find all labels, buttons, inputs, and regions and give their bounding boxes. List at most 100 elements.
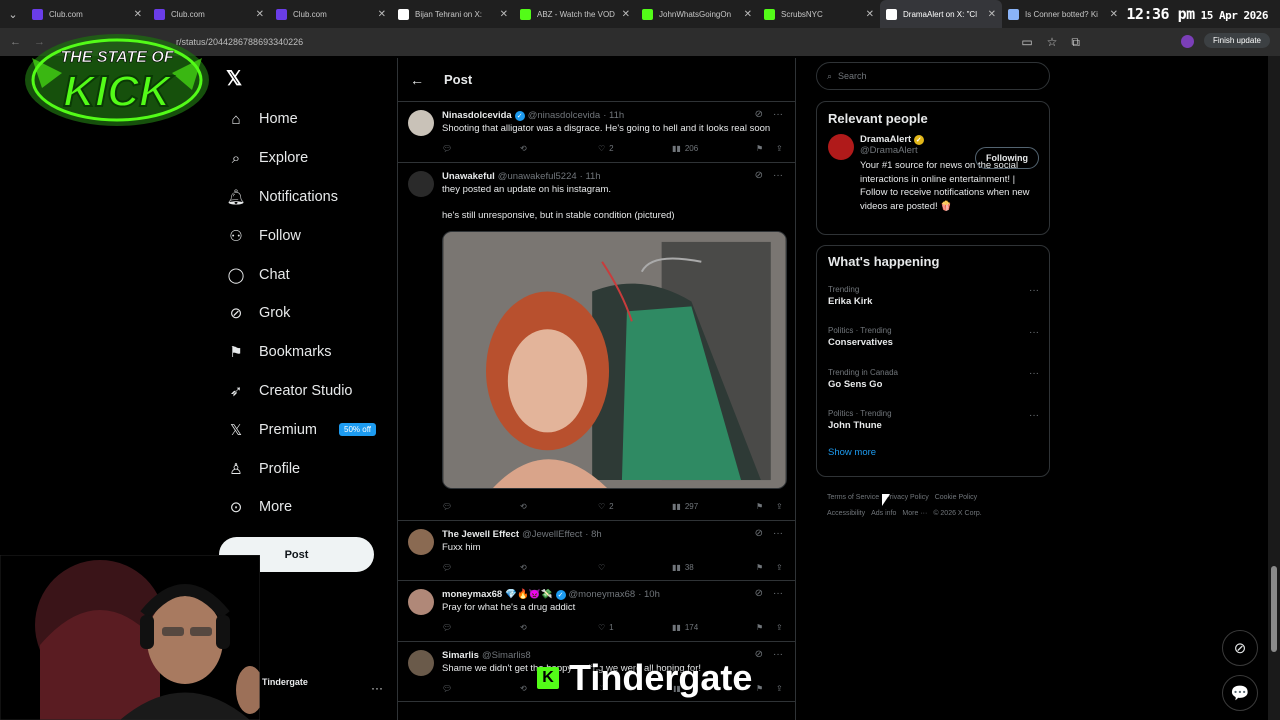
more-options-icon[interactable]: ··· <box>1029 285 1039 296</box>
grok-fab-icon[interactable]: ⊘ <box>1222 630 1258 666</box>
repost-icon[interactable]: ⟲ <box>520 623 598 632</box>
author-handle[interactable]: @unawakeful5224 <box>498 171 577 182</box>
author-name[interactable]: Ninasdolcevida <box>442 110 512 121</box>
account-more-icon[interactable]: ··· <box>371 681 383 695</box>
trend-item[interactable]: Politics · Trending John Thune ··· <box>817 400 1049 442</box>
following-button[interactable]: Following <box>975 147 1039 169</box>
x-logo-icon[interactable]: 𝕏 <box>226 66 242 91</box>
author-handle[interactable]: @JewellEffect <box>522 529 582 540</box>
views-icon[interactable]: ▮▮ 297 <box>672 502 756 511</box>
more-options-icon[interactable]: ··· <box>773 109 783 120</box>
more-options-icon[interactable]: ··· <box>773 170 783 181</box>
footer-link[interactable]: Privacy Policy <box>885 494 929 501</box>
more-options-icon[interactable]: ··· <box>1029 368 1039 379</box>
like-icon[interactable]: ♡ 1 <box>598 623 672 632</box>
share-icon[interactable]: ⇪ <box>776 623 783 632</box>
share-icon[interactable]: ⇪ <box>776 563 783 572</box>
browser-tab[interactable]: Bijan Tehrani on X: ✕ <box>392 0 514 28</box>
share-icon[interactable]: ⇪ <box>776 502 783 511</box>
browser-tab[interactable]: Club.com ✕ <box>148 0 270 28</box>
browser-tab[interactable]: Club.com ✕ <box>270 0 392 28</box>
close-icon[interactable]: ✕ <box>500 9 508 20</box>
grok-icon[interactable]: ⊘ <box>755 170 763 181</box>
like-icon[interactable]: ♡ 2 <box>598 502 672 511</box>
trend-item[interactable]: Trending Erika Kirk ··· <box>817 275 1049 317</box>
author-handle[interactable]: @moneymax68 <box>569 589 636 600</box>
close-icon[interactable]: ✕ <box>622 9 630 20</box>
finish-update-button[interactable]: Finish update <box>1203 33 1270 48</box>
person-name[interactable]: DramaAlert ✓ <box>860 134 1038 145</box>
reply-media-image[interactable] <box>442 230 787 489</box>
nav-item-profile[interactable]: ♙ Profile <box>219 449 389 488</box>
author-handle[interactable]: @Simarlis8 <box>482 650 531 661</box>
cast-icon[interactable]: ▭ <box>1021 35 1032 50</box>
bookmark-icon[interactable]: ⚑ <box>756 623 776 632</box>
nav-item-more[interactable]: ⊙ More <box>219 488 389 527</box>
reply-post[interactable]: The Jewell Effect @JewellEffect · 8h Fuxx h… <box>398 521 795 581</box>
reply-icon[interactable]: 💬︎ <box>442 502 520 511</box>
tab-search-icon[interactable]: ⌄ <box>0 0 26 28</box>
reply-icon[interactable]: 💬︎ <box>442 684 520 693</box>
nav-item-notifications[interactable]: 🔔︎ Notifications <box>219 178 389 217</box>
views-icon[interactable]: ▮▮ 38 <box>672 563 756 572</box>
show-more-link[interactable]: Show more <box>817 441 1049 467</box>
nav-item-premium[interactable]: 𝕏 Premium 50% off <box>219 410 389 449</box>
browser-tab[interactable]: DramaAlert on X: "Cl ✕ <box>880 0 1002 28</box>
views-icon[interactable]: ▮▮ 174 <box>672 623 756 632</box>
page-scrollbar[interactable] <box>1268 56 1280 720</box>
bookmark-icon[interactable]: ⚑ <box>756 502 776 511</box>
bookmark-icon[interactable]: ⚑ <box>756 563 776 572</box>
close-icon[interactable]: ✕ <box>1110 9 1118 20</box>
close-icon[interactable]: ✕ <box>134 9 142 20</box>
like-icon[interactable]: ♡ <box>598 563 672 572</box>
messages-fab-icon[interactable]: 💬 <box>1222 675 1258 711</box>
author-name[interactable]: Unawakeful <box>442 171 495 182</box>
footer-link[interactable]: Terms of Service <box>827 494 879 501</box>
reply-icon[interactable]: 💬︎ <box>442 144 520 153</box>
more-options-icon[interactable]: ··· <box>773 588 783 599</box>
close-icon[interactable]: ✕ <box>256 9 264 20</box>
grok-icon[interactable]: ⊘ <box>755 588 763 599</box>
footer-link[interactable]: Cookie Policy <box>935 494 977 501</box>
reply-icon[interactable]: 💬︎ <box>442 563 520 572</box>
author-name[interactable]: Simarlis <box>442 650 479 661</box>
repost-icon[interactable]: ⟲ <box>520 502 598 511</box>
nav-item-explore[interactable]: ⌕ Explore <box>219 139 389 178</box>
share-icon[interactable]: ⇪ <box>776 684 783 693</box>
more-options-icon[interactable]: ··· <box>773 649 783 660</box>
avatar[interactable] <box>408 589 434 615</box>
avatar[interactable] <box>408 528 434 555</box>
grok-icon[interactable]: ⊘ <box>755 528 763 539</box>
footer-link[interactable]: More ··· <box>902 510 927 517</box>
reply-post[interactable]: Ninasdolcevida ✓ @ninasdolcevida · 11h Shoot… <box>398 102 795 163</box>
author-handle[interactable]: @ninasdolcevida <box>528 110 601 121</box>
views-icon[interactable]: ▮▮ 206 <box>672 144 756 153</box>
reply-icon[interactable]: 💬︎ <box>442 623 520 632</box>
browser-tab[interactable]: ABZ - Watch the VOD ✕ <box>514 0 636 28</box>
reply-post[interactable]: Unawakeful @unawakeful5224 · 11h they poste… <box>398 163 795 521</box>
profile-avatar-icon[interactable] <box>1181 35 1194 48</box>
nav-item-follow[interactable]: ⚇ Follow <box>219 216 389 255</box>
close-icon[interactable]: ✕ <box>866 9 874 20</box>
extensions-icon[interactable]: ⧉ <box>1071 35 1080 50</box>
avatar[interactable] <box>408 110 434 136</box>
scrollbar-thumb[interactable] <box>1271 566 1277 652</box>
search-input[interactable]: ⌕ Search <box>816 62 1050 90</box>
star-icon[interactable]: ☆ <box>1047 35 1058 50</box>
back-arrow-icon[interactable]: ← <box>10 36 21 48</box>
account-switcher-name[interactable]: Tindergate <box>262 677 308 687</box>
browser-tab[interactable]: Is Conner botted? Ki ✕ <box>1002 0 1124 28</box>
nav-item-chat[interactable]: ◯ Chat <box>219 255 389 294</box>
footer-link[interactable]: © 2026 X Corp. <box>933 510 981 517</box>
post-time[interactable]: · 11h <box>603 110 624 121</box>
trend-item[interactable]: Trending in Canada Go Sens Go ··· <box>817 358 1049 400</box>
nav-item-bookmarks[interactable]: ⚑ Bookmarks <box>219 333 389 372</box>
reply-post[interactable]: moneymax68 💎🔥👿💸 ✓ @moneymax68 · 10h Pray for … <box>398 581 795 642</box>
avatar[interactable] <box>828 134 854 160</box>
post-time[interactable]: · 8h <box>585 529 601 540</box>
grok-icon[interactable]: ⊘ <box>755 109 763 120</box>
nav-item-home[interactable]: ⌂ Home <box>219 100 389 139</box>
author-name[interactable]: The Jewell Effect <box>442 529 519 540</box>
close-icon[interactable]: ✕ <box>744 9 752 20</box>
repost-icon[interactable]: ⟲ <box>520 563 598 572</box>
